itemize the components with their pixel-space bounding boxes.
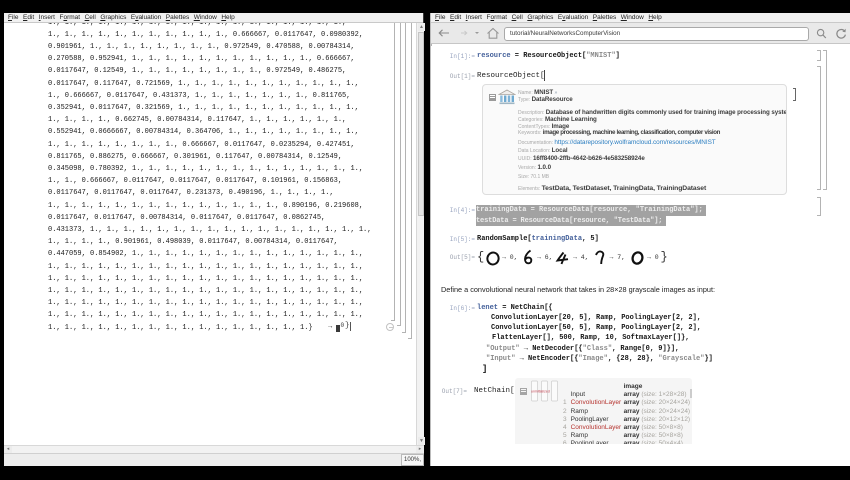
svg-text:uninitialized: uninitialized: [531, 389, 550, 393]
